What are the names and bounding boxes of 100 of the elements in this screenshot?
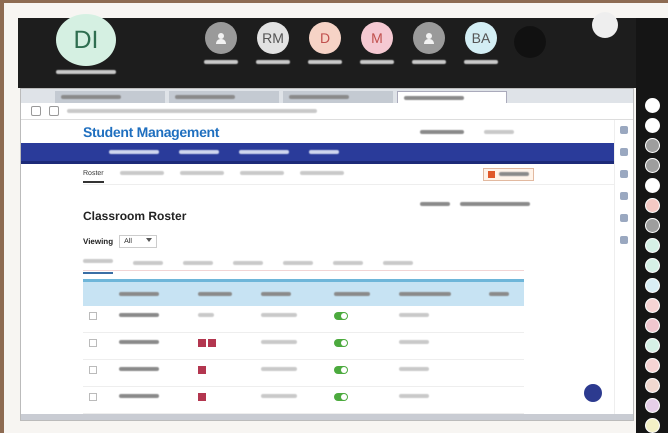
blurred-text bbox=[460, 202, 530, 206]
row-checkbox[interactable] bbox=[89, 393, 97, 401]
blurred-text bbox=[260, 367, 297, 372]
browser-tab[interactable] bbox=[283, 91, 393, 103]
extension-icon[interactable] bbox=[620, 192, 628, 200]
attendee-avatar-icon[interactable] bbox=[644, 158, 660, 173]
enabled-toggle[interactable] bbox=[334, 366, 348, 374]
attendee-avatar-icon[interactable] bbox=[644, 358, 660, 373]
blurred-text bbox=[399, 367, 430, 372]
attendee-avatar-icon[interactable] bbox=[644, 278, 660, 293]
extension-icon[interactable] bbox=[620, 214, 628, 222]
attendee-avatar-icon[interactable] bbox=[644, 318, 660, 333]
blurred-text bbox=[260, 394, 297, 398]
blurred-text bbox=[289, 95, 349, 99]
blurred-text bbox=[309, 150, 339, 154]
attendee-avatar-icon[interactable] bbox=[644, 398, 660, 413]
chat-button[interactable] bbox=[584, 384, 602, 402]
speaker-avatar: DI bbox=[56, 14, 116, 66]
blurred-text bbox=[260, 292, 291, 296]
page-heading: Classroom Roster bbox=[83, 209, 186, 223]
enabled-toggle[interactable] bbox=[334, 312, 348, 320]
participant-avatar: M bbox=[361, 22, 393, 54]
blurred-text bbox=[240, 170, 284, 175]
blurred-text bbox=[83, 258, 113, 263]
attendee-avatar-icon[interactable] bbox=[644, 238, 660, 253]
blurred-text bbox=[120, 170, 164, 175]
attendee-avatar-icon[interactable] bbox=[644, 298, 660, 313]
attendee-avatar-icon[interactable] bbox=[644, 258, 660, 273]
back-icon[interactable] bbox=[31, 106, 41, 116]
blurred-text bbox=[399, 313, 430, 318]
blurred-text bbox=[420, 130, 464, 134]
blurred-text bbox=[260, 313, 297, 318]
blurred-text bbox=[119, 340, 160, 344]
extension-icon[interactable] bbox=[620, 148, 628, 156]
blurred-text bbox=[412, 60, 446, 64]
blurred-text bbox=[183, 260, 213, 265]
blurred-text bbox=[239, 150, 289, 154]
blurred-text bbox=[399, 394, 430, 398]
blurred-text bbox=[383, 260, 413, 265]
blurred-text bbox=[179, 150, 219, 154]
blurred-text bbox=[334, 292, 370, 296]
password-card-icon[interactable] bbox=[198, 393, 206, 401]
attendee-avatar-icon[interactable] bbox=[644, 178, 660, 193]
extension-icon[interactable] bbox=[620, 126, 628, 134]
blurred-text bbox=[360, 60, 394, 64]
attendee-avatar-icon[interactable] bbox=[644, 378, 660, 393]
extension-icon[interactable] bbox=[620, 170, 628, 178]
browser-tab[interactable] bbox=[397, 91, 507, 103]
participant-avatar: BA bbox=[465, 22, 497, 54]
blurred-text bbox=[420, 202, 450, 206]
blurred-text bbox=[399, 292, 452, 296]
extension-icon[interactable] bbox=[620, 236, 628, 244]
blurred-text bbox=[333, 260, 363, 265]
site-title: Student Management bbox=[83, 124, 220, 140]
blurred-text bbox=[399, 340, 430, 344]
blurred-text bbox=[283, 260, 313, 265]
blurred-text bbox=[180, 170, 224, 175]
participant-avatar: D bbox=[309, 22, 341, 54]
attendee-avatar-icon[interactable] bbox=[644, 98, 660, 113]
blurred-text bbox=[204, 60, 238, 64]
browser-tab[interactable] bbox=[169, 91, 279, 103]
row-checkbox[interactable] bbox=[89, 366, 97, 374]
blurred-text bbox=[300, 170, 344, 175]
blurred-text bbox=[198, 292, 232, 296]
blurred-text bbox=[488, 292, 509, 296]
row-checkbox[interactable] bbox=[89, 312, 97, 320]
attendee-avatar-icon[interactable] bbox=[644, 218, 660, 233]
password-card-icon[interactable] bbox=[198, 366, 206, 374]
attendee-avatar-icon[interactable] bbox=[644, 118, 660, 133]
blurred-text bbox=[109, 150, 159, 154]
help-button[interactable] bbox=[483, 168, 534, 181]
blurred-text bbox=[119, 313, 160, 318]
browser-tab[interactable] bbox=[55, 91, 165, 103]
viewing-label: Viewing bbox=[83, 237, 114, 246]
blurred-text bbox=[256, 60, 290, 64]
blurred-text bbox=[198, 313, 214, 318]
attendee-avatar-icon[interactable] bbox=[644, 138, 660, 153]
participant-avatar: RM bbox=[257, 22, 289, 54]
attendee-avatar-icon[interactable] bbox=[644, 338, 660, 353]
blurred-text bbox=[175, 95, 235, 99]
blurred-text bbox=[308, 60, 342, 64]
blurred-text bbox=[119, 394, 160, 398]
attendee-avatar-icon[interactable] bbox=[644, 198, 660, 213]
enabled-toggle[interactable] bbox=[334, 393, 348, 401]
self-avatar-icon bbox=[592, 12, 618, 38]
row-checkbox[interactable] bbox=[89, 339, 97, 347]
blurred-text bbox=[56, 70, 116, 74]
blurred-text bbox=[260, 340, 297, 344]
blurred-text bbox=[464, 60, 498, 64]
blurred-text bbox=[133, 260, 163, 265]
blurred-text bbox=[484, 130, 514, 134]
home-icon[interactable] bbox=[49, 106, 59, 116]
blurred-text bbox=[499, 172, 529, 176]
enabled-toggle[interactable] bbox=[334, 339, 348, 347]
blurred-text bbox=[233, 260, 263, 265]
blurred-text bbox=[119, 367, 160, 372]
blurred-text bbox=[61, 95, 121, 99]
blurred-text bbox=[404, 96, 464, 100]
attendee-avatar-icon[interactable] bbox=[644, 418, 660, 433]
blurred-text bbox=[119, 292, 160, 296]
